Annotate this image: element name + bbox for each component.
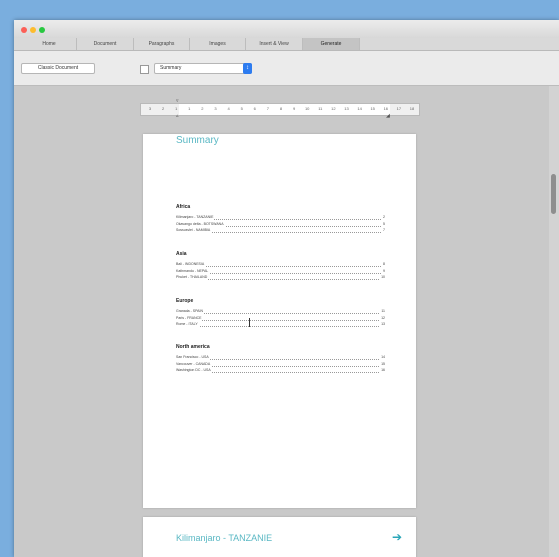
toc-entry[interactable]: Bali - INDONESIA 8 [176,262,385,267]
ruler-number: 3 [148,106,152,111]
ruler-number: 2 [201,106,204,111]
toc-entry-title: Rome - ITALY [176,322,199,327]
toc-entry-title: Kathmandu - NEPAL [176,268,210,274]
toc-entry-title: Sossusvlei - NAMIBIA [176,228,212,233]
toc-entry-page: 15 [380,361,385,367]
toc-entry[interactable]: Vancouver - CANADA 15 [176,361,385,367]
ribbon-tab-bar: Home Document Paragraphs Images Insert &… [14,38,559,51]
close-window-icon[interactable] [21,27,27,33]
ruler-number: 18 [409,106,415,111]
ruler-number: 16 [383,106,389,111]
ruler-number: 9 [292,106,296,111]
tab-document[interactable]: Document [77,38,134,50]
toc-entry[interactable]: Granada - SPAIN 11 [176,309,385,314]
left-indent-handle[interactable]: ▵ [176,113,179,119]
toc-entry[interactable]: Washington DC - USA 16 [176,368,385,373]
toolbar: Classic Document Summary ↕ [14,51,559,86]
toc-checkbox[interactable] [140,65,149,74]
ruler-number: 17 [396,106,402,111]
toc-entry-title: Vancouver - CANADA [176,361,212,367]
ruler-number: 11 [318,106,323,111]
toc-entry-page: 14 [380,355,385,360]
toc-entry[interactable]: Paris - FRANCE 12 [176,315,385,321]
toc-entry-title: San Francisco - USA [176,355,210,360]
ruler-number: 12 [331,106,336,111]
toc-entry[interactable]: Sossusvlei - NAMIBIA 7 [176,228,385,233]
ruler-number: 14 [357,106,362,111]
ruler-number: 15 [370,106,375,111]
ruler-number: 3 [214,106,217,111]
tab-insert-view[interactable]: Insert & View [246,38,303,50]
toc-entry-title: Bali - INDONESIA [176,262,206,267]
ruler[interactable]: 3 2 1 1 2 3 4 5 6 7 8 9 10 11 12 13 14 15 16 17 18 ▿ ▵ ◢ [140,98,420,119]
toc-entry-title: Granada - SPAIN [176,309,204,314]
toc-entry-page: 12 [380,315,385,321]
scroll-thumb[interactable] [551,174,556,214]
minimize-window-icon[interactable] [30,27,36,33]
ruler-number: 1 [175,106,178,111]
toc-entry-page: 2 [382,215,385,220]
ruler-number: 2 [161,106,165,111]
toc-entry-title: Okavango delta - BOTSWANA [176,221,225,227]
ruler-number: 6 [253,106,256,111]
map-pin-icon: ➔ [391,530,402,544]
toc-entry[interactable]: Rome - ITALY 13 [176,322,385,327]
toc-style-value: Summary [160,65,182,71]
toc-entry[interactable]: San Francisco - USA 14 [176,355,385,360]
ruler-number: 1 [188,106,191,111]
document-page-2[interactable]: Kilimanjaro - TANZANIE ➔ [143,517,416,557]
right-indent-handle[interactable]: ◢ [386,113,390,119]
ruler-number: 8 [279,106,283,111]
toc-entry[interactable]: Kilimanjaro - TANZANIE 2 [176,215,385,220]
toc-region-heading: North america [176,344,210,350]
tab-images[interactable]: Images [190,38,246,50]
chevron-updown-icon: ↕ [243,63,252,74]
toc-entry-page: 16 [380,368,385,373]
toc-entry[interactable]: Okavango delta - BOTSWANA 5 [176,221,385,227]
app-window: Home Document Paragraphs Images Insert &… [14,20,559,557]
ruler-number: 4 [227,106,230,111]
toc-style-select[interactable]: Summary ↕ [154,63,252,74]
tab-paragraphs[interactable]: Paragraphs [134,38,190,50]
toc-entry-page: 10 [380,275,385,280]
classic-document-button[interactable]: Classic Document [21,63,95,74]
toc-entry-title: Paris - FRANCE [176,315,203,321]
ruler-number: 13 [344,106,349,111]
ruler-number: 10 [304,106,310,111]
toc-region-heading: Asia [176,251,187,257]
page-heading: Kilimanjaro - TANZANIE [176,533,273,543]
toc-entry-page: 5 [382,221,385,227]
ruler-number: 5 [240,106,243,111]
zoom-window-icon[interactable] [39,27,45,33]
tab-generate[interactable]: Generate [303,38,360,50]
toc-entry-title: Kilimanjaro - TANZANIE [176,215,215,220]
ruler-number: 7 [266,106,270,111]
first-line-indent-handle[interactable]: ▿ [176,98,179,104]
vertical-scrollbar[interactable] [549,86,559,557]
toc-region-heading: Europe [176,298,194,304]
toc-region-heading: Africa [176,204,191,210]
toc-entry-title: Washington DC - USA [176,368,212,373]
tab-home[interactable]: Home [22,38,77,50]
toc-entry-page: 11 [380,309,385,314]
title-bar [14,20,559,38]
toc-entry[interactable]: Phuket - THAILAND 10 [176,275,385,280]
document-page[interactable]: Summary Africa Kilimanjaro - TANZANIE 2 Oka… [143,134,416,508]
toc-entry-page: 9 [382,268,385,274]
summary-title: Summary [176,135,219,146]
text-cursor [249,318,250,327]
toc-entry[interactable]: Kathmandu - NEPAL 9 [176,268,385,274]
toc-entry-title: Phuket - THAILAND [176,275,209,280]
toc-entry-page: 8 [382,262,385,267]
toc-entry-page: 13 [380,322,385,327]
toc-entry-page: 7 [382,228,385,233]
